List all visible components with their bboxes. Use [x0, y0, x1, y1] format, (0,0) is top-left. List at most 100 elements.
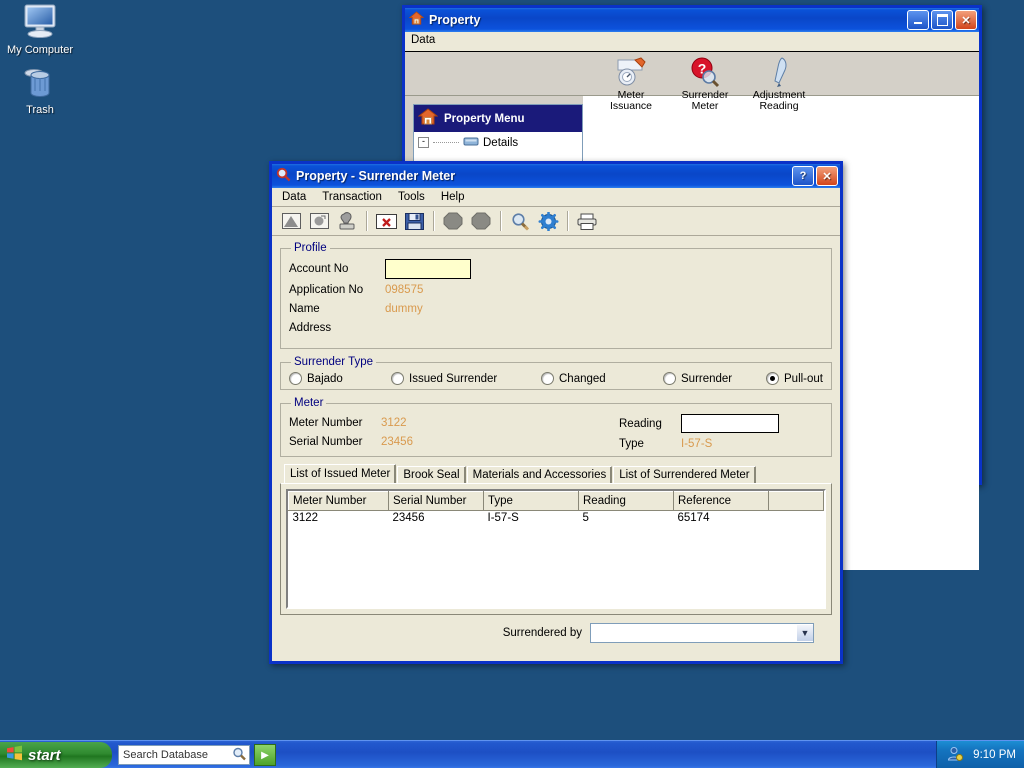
tab-strip[interactable]: List of Issued Meter Brook Seal Material… [280, 464, 832, 483]
radio-indicator-icon[interactable] [391, 372, 404, 385]
toolbar-button-label-line2: Issuance [609, 100, 653, 112]
user-account-icon[interactable] [947, 746, 964, 765]
start-button[interactable]: start [0, 742, 112, 768]
house-icon [417, 107, 439, 130]
surrendered-by-label: Surrendered by [502, 627, 582, 639]
maximize-button[interactable] [931, 10, 953, 30]
print-icon[interactable] [574, 209, 600, 233]
cell-blank [769, 511, 824, 529]
toolbar-separator [567, 211, 568, 231]
column-header-blank[interactable] [768, 491, 824, 511]
cell-meter-number: 3122 [292, 512, 319, 524]
type-value: I-57-S [681, 437, 713, 450]
radio-indicator-icon[interactable] [766, 372, 779, 385]
toolbar-button-label-line2: Reading [759, 100, 799, 112]
help-button[interactable]: ? [792, 166, 814, 186]
clock[interactable]: 9:10 PM [973, 749, 1016, 761]
dialog-menubar[interactable]: Data Transaction Tools Help [272, 188, 840, 207]
column-header-meter-number[interactable]: Meter Number [288, 491, 389, 511]
delete-icon[interactable] [373, 209, 399, 233]
stamp-icon[interactable] [334, 209, 360, 233]
search-go-button[interactable]: ▶ [254, 744, 276, 766]
menu-item-transaction[interactable]: Transaction [322, 191, 382, 203]
new-icon[interactable] [278, 209, 304, 233]
close-button[interactable]: ✕ [816, 166, 838, 186]
search-database-input[interactable]: Search Database [118, 745, 250, 765]
property-window-titlebar[interactable]: Property ✕ [405, 8, 979, 32]
taskbar[interactable]: start Search Database ▶ 9:10 PM [0, 740, 1024, 768]
octagon-stop2-icon[interactable] [468, 209, 494, 233]
radio-indicator-icon[interactable] [663, 372, 676, 385]
menu-item-data[interactable]: Data [282, 191, 306, 203]
surrender-type-group: Surrender Type Bajado Issued Surrender C… [280, 356, 832, 390]
meter-group: Meter Meter Number 3122 Serial Number 23… [280, 397, 832, 457]
meter-issuance-icon [595, 56, 667, 90]
toolbar-button-surrender-meter[interactable]: ? Surrender Meter [669, 56, 741, 112]
toolbar-button-label-line2: Meter [691, 100, 719, 112]
column-header-type[interactable]: Type [483, 491, 579, 511]
edit-icon[interactable] [306, 209, 332, 233]
type-label: Type [619, 437, 644, 450]
desktop-icon-trash[interactable]: Trash [2, 62, 78, 116]
desktop-icon-my-computer[interactable]: My Computer [2, 2, 78, 56]
radio-option-issued-surrender[interactable]: Issued Surrender [391, 372, 541, 385]
radio-indicator-icon[interactable] [289, 372, 302, 385]
dialog-titlebar[interactable]: Property - Surrender Meter ? ✕ [272, 164, 840, 188]
save-icon[interactable] [401, 209, 427, 233]
tab-brook-seal[interactable]: Brook Seal [397, 466, 466, 483]
reading-row: Reading [619, 413, 823, 434]
trash-icon [2, 62, 78, 102]
account-no-input[interactable] [385, 259, 471, 279]
property-window-menubar[interactable]: Data [405, 32, 979, 52]
radio-label: Surrender [681, 372, 733, 385]
toolbar-button-adjustment-reading[interactable]: Adjustment Reading [743, 56, 815, 112]
chevron-down-icon[interactable]: ▼ [796, 625, 813, 641]
tab-materials-and-accessories[interactable]: Materials and Accessories [466, 466, 613, 483]
settings-gear-icon[interactable] [535, 209, 561, 233]
desktop-icon-label: My Computer [6, 44, 74, 56]
application-no-row: Application No 098575 [289, 280, 823, 299]
property-window-title: Property [429, 13, 481, 27]
address-label: Address [289, 321, 332, 334]
menu-item-tools[interactable]: Tools [398, 191, 425, 203]
property-menu-header: Property Menu [414, 105, 582, 132]
close-button[interactable]: ✕ [955, 10, 977, 30]
surrender-meter-dialog[interactable]: Property - Surrender Meter ? ✕ Data Tran… [269, 161, 843, 664]
account-no-label: Account No [289, 263, 349, 275]
radio-option-bajado[interactable]: Bajado [289, 372, 391, 385]
menu-item-help[interactable]: Help [441, 191, 465, 203]
column-header-reference[interactable]: Reference [673, 491, 769, 511]
tree-connector [433, 141, 459, 144]
issued-meter-table[interactable]: Meter Number Serial Number Type Reading … [288, 491, 824, 528]
account-no-row: Account No [289, 258, 823, 280]
radio-option-pull-out[interactable]: Pull-out [766, 372, 823, 385]
tab-list-of-issued-meter[interactable]: List of Issued Meter [284, 464, 397, 483]
octagon-stop-icon[interactable] [440, 209, 466, 233]
radio-option-surrender[interactable]: Surrender [663, 372, 766, 385]
menu-item-data[interactable]: Data [411, 34, 435, 46]
tree-expander-icon[interactable]: - [418, 137, 429, 148]
table-header-row: Meter Number Serial Number Type Reading … [288, 491, 824, 511]
surrendered-by-select[interactable]: ▼ [590, 623, 814, 643]
column-header-serial-number[interactable]: Serial Number [388, 491, 484, 511]
reading-input[interactable] [681, 414, 779, 433]
issued-meter-grid[interactable]: Meter Number Serial Number Type Reading … [286, 489, 826, 609]
application-no-value: 098575 [385, 283, 424, 296]
dialog-body: Profile Account No Application No 098575… [272, 236, 840, 733]
application-no-label: Application No [289, 283, 364, 296]
toolbar-button-meter-issuance[interactable]: Meter Issuance [595, 56, 667, 112]
radio-indicator-icon[interactable] [541, 372, 554, 385]
name-value: dummy [385, 302, 423, 315]
tab-list-of-surrendered-meter[interactable]: List of Surrendered Meter [613, 466, 756, 483]
minimize-button[interactable] [907, 10, 929, 30]
radio-option-changed[interactable]: Changed [541, 372, 663, 385]
magnifier-icon[interactable] [232, 747, 247, 764]
table-row[interactable]: 3122 23456 I-57-S 5 65174 [289, 511, 824, 529]
tree-item-details[interactable]: - Details [414, 132, 582, 150]
search-icon[interactable] [507, 209, 533, 233]
system-tray[interactable]: 9:10 PM [936, 741, 1024, 768]
dialog-toolbar[interactable] [272, 207, 840, 236]
name-row: Name dummy [289, 299, 823, 318]
toolbar-separator [433, 211, 434, 231]
column-header-reading[interactable]: Reading [578, 491, 674, 511]
